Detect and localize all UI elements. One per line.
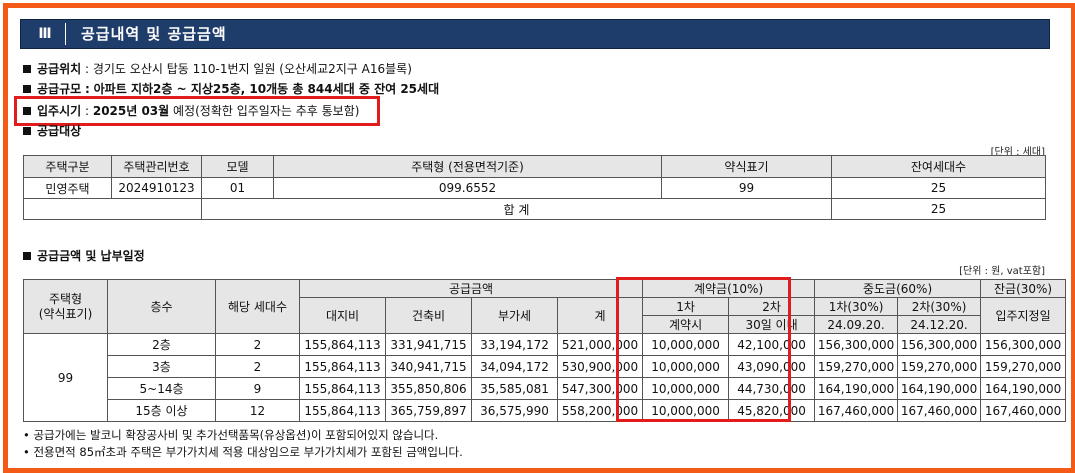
- table-cell: 156,300,000: [897, 333, 982, 356]
- th-model: 모델: [201, 155, 274, 178]
- table-cell: 164,190,000: [897, 377, 982, 400]
- table-row: 5~14층 9 155,864,113 355,850,806 35,585,081 54…: [24, 377, 1067, 400]
- table-cell: 2층: [107, 333, 216, 356]
- table-cell: 167,460,000: [814, 399, 899, 422]
- section-header: Ⅲ 공급내역 및 공급금액: [20, 19, 1050, 49]
- table1-header-row: 주택구분 주택관리번호 모델 주택형 (전용면적기준) 약식표기 잔여세대수: [23, 155, 1046, 178]
- table-cell: 3층: [107, 355, 216, 378]
- th-balance-sub: 입주지정일: [980, 297, 1067, 334]
- table2-unit: [단위 : 원, vat포함]: [959, 266, 1045, 277]
- table-cell: 155,864,113: [299, 355, 386, 378]
- cell-model: 01: [201, 177, 274, 199]
- table-cell: 34,094,172: [471, 355, 558, 378]
- table2-body: 99 2층 2 155,864,113 331,941,715 33,194,172 521…: [23, 333, 1067, 422]
- table-cell: 159,270,000: [897, 355, 982, 378]
- th-floor: 층수: [107, 279, 216, 334]
- cell-total-label: 합 계: [201, 198, 832, 220]
- table-cell: 159,270,000: [980, 355, 1067, 378]
- th-mid1-date: 24.09.20.: [814, 315, 899, 334]
- cell-remaining-units: 25: [831, 177, 1046, 199]
- table-row: 3층 2 155,864,113 340,941,715 34,094,172 530,9…: [24, 355, 1067, 378]
- price-schedule-table: 주택형 (약식표기) 층수 해당 세대수 공급금액 계약금(10%) 중도금(6…: [23, 279, 1067, 422]
- table-cell: 33,194,172: [471, 333, 558, 356]
- table2-header-row1: 주택형 (약식표기) 층수 해당 세대수 공급금액 계약금(10%) 중도금(6…: [23, 279, 1067, 334]
- supply-detail-table: 주택구분 주택관리번호 모델 주택형 (전용면적기준) 약식표기 잔여세대수 민…: [23, 155, 1046, 220]
- info-scale: 공급규모 : 아파트 지하2층 ~ 지상25층, 10개동 총 844세대 중 …: [23, 81, 439, 97]
- th-mid1: 1차(30%): [814, 297, 899, 316]
- highlight-movein-box: [14, 96, 380, 126]
- table-cell: 9: [215, 377, 300, 400]
- th-mid2-date: 24.12.20.: [897, 315, 982, 334]
- bullet-square-icon: [23, 65, 31, 73]
- table-cell: 331,941,715: [385, 333, 472, 356]
- info-location: 공급위치 : 경기도 오산시 탑동 110-1번지 일원 (오산세교2지구 A1…: [23, 61, 412, 77]
- section2-title: 공급금액 및 납부일정: [23, 248, 145, 264]
- note-2: • 전용면적 85㎡초과 주택은 부가가치세 적용 대상임으로 부가가치세가 포…: [23, 445, 463, 459]
- th-vat: 부가세: [471, 297, 558, 334]
- table-cell: 365,759,897: [385, 399, 472, 422]
- section-number: Ⅲ: [25, 23, 66, 45]
- table-cell: 340,941,715: [385, 355, 472, 378]
- table-cell: 167,460,000: [897, 399, 982, 422]
- cell-short-label: 99: [661, 177, 832, 199]
- th-supply: 공급금액: [298, 279, 644, 298]
- table-row: 99 2층 2 155,864,113 331,941,715 33,194,172 521…: [23, 333, 1067, 422]
- table-cell: 155,864,113: [299, 399, 386, 422]
- th-area-type: 주택형 (전용면적기준): [273, 155, 662, 178]
- th-land: 대지비: [299, 297, 386, 334]
- cell-housing-type: 민영주택: [23, 177, 112, 199]
- th-type: 주택형 (약식표기): [23, 279, 108, 334]
- table-cell: 156,300,000: [980, 333, 1067, 356]
- table-cell: 155,864,113: [299, 377, 386, 400]
- table-row: 민영주택 2024910123 01 099.6552 99 25: [23, 177, 1046, 199]
- table-cell: 2: [215, 355, 300, 378]
- table-cell: 155,864,113: [299, 333, 386, 356]
- table-cell: 36,575,990: [471, 399, 558, 422]
- table-cell: 164,190,000: [980, 377, 1067, 400]
- th-housing-type: 주택구분: [23, 155, 112, 178]
- table1-total-row: 합 계 25: [23, 198, 1046, 220]
- highlight-deposit-box: [616, 277, 791, 422]
- table-cell: 156,300,000: [814, 333, 899, 356]
- note-1: • 공급가에는 발코니 확장공사비 및 추가선택품목(유상옵션)이 포함되어있지…: [23, 428, 439, 442]
- cell-mgmt-number: 2024910123: [111, 177, 202, 199]
- th-mgmt-number: 주택관리번호: [111, 155, 202, 178]
- table-row: 15층 이상 12 155,864,113 365,759,897 36,575,990…: [24, 399, 1067, 422]
- th-units: 해당 세대수: [215, 279, 300, 334]
- th-balance: 잔금(30%): [980, 279, 1067, 298]
- table-cell: 35,585,081: [471, 377, 558, 400]
- th-build: 건축비: [385, 297, 472, 334]
- bullet-square-icon: [23, 252, 31, 260]
- th-short-label: 약식표기: [661, 155, 832, 178]
- bullet-square-icon: [23, 85, 31, 93]
- table-cell: 2: [215, 333, 300, 356]
- table-cell: 164,190,000: [814, 377, 899, 400]
- table-cell: 159,270,000: [814, 355, 899, 378]
- table-cell: 355,850,806: [385, 377, 472, 400]
- table-cell: 12: [215, 399, 300, 422]
- th-remaining-units: 잔여세대수: [831, 155, 1046, 178]
- bullet-square-icon: [23, 127, 31, 135]
- table-cell: 5~14층: [107, 377, 216, 400]
- table-cell: 15층 이상: [107, 399, 216, 422]
- cell-type: 99: [23, 333, 108, 422]
- th-midterm: 중도금(60%): [814, 279, 982, 298]
- table-cell: 167,460,000: [980, 399, 1067, 422]
- cell-empty: [23, 198, 202, 220]
- info-target: 공급대상: [23, 123, 81, 139]
- cell-area-type: 099.6552: [273, 177, 662, 199]
- section-title: 공급내역 및 공급금액: [81, 25, 227, 43]
- cell-total-value: 25: [831, 198, 1046, 220]
- th-mid2: 2차(30%): [897, 297, 982, 316]
